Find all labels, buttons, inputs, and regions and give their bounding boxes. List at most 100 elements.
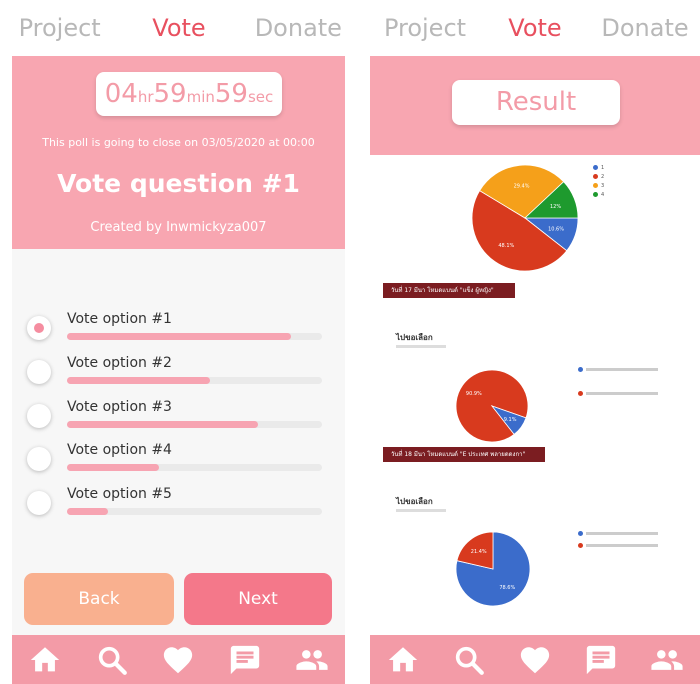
pie-slice-label: 12%	[550, 204, 561, 210]
legend-label: 2	[601, 174, 605, 180]
search-icon[interactable]	[452, 643, 486, 677]
legend-item-3-1	[578, 531, 658, 537]
pie-slice-label: 21.4%	[471, 549, 487, 555]
legend-swatch	[578, 543, 583, 548]
result-section-subtitle-2	[396, 345, 446, 348]
vote-option-label: Vote option #3	[67, 399, 172, 415]
timer-hours: 04	[104, 79, 138, 109]
bottom-nav	[370, 635, 700, 684]
top-tabs: Project Vote Donate	[370, 0, 700, 56]
legend-swatch	[578, 391, 583, 396]
result-section-title-3: ไปขอเลือก	[396, 497, 433, 506]
vote-option-bar-fill	[67, 464, 159, 471]
result-screen: Project Vote Donate Result 10.6% 48.1% 29.…	[358, 0, 700, 684]
vote-option-radio[interactable]	[27, 360, 51, 384]
result-banner-1: วันที่ 17 มีนา โหมดแบนด์ "แข็ง ผู้หญิง"	[383, 283, 515, 298]
vote-question-title: Vote question #1	[57, 169, 300, 198]
legend-item-3: 3	[593, 183, 604, 189]
result-banner-2: วันที่ 18 มีนา โหมดแบนด์ "E ประเทศ พลายด…	[383, 447, 545, 462]
vote-option-radio[interactable]	[27, 404, 51, 428]
vote-option-bar-fill	[67, 333, 292, 340]
vote-option-label: Vote option #4	[67, 442, 172, 458]
pie-slice-label: 10.6%	[548, 227, 564, 233]
chat-icon[interactable]	[584, 643, 618, 677]
vote-option-bar-fill	[67, 508, 108, 515]
legend-label: 3	[601, 183, 605, 189]
legend-text-line	[586, 392, 658, 395]
legend-swatch	[593, 192, 598, 197]
heart-icon[interactable]	[518, 643, 552, 677]
timer-hr-unit: hr	[137, 88, 154, 106]
legend-item-2: 2	[593, 174, 604, 180]
tab-vote[interactable]: Vote	[480, 14, 590, 42]
tab-project[interactable]: Project	[0, 14, 119, 42]
vote-option-radio[interactable]	[27, 491, 51, 515]
vote-option-label: Vote option #1	[67, 311, 172, 327]
vote-option-label: Vote option #5	[67, 486, 172, 502]
legend-swatch	[593, 174, 598, 179]
vote-option-label: Vote option #2	[67, 355, 172, 371]
vote-option-bar-fill	[67, 421, 259, 428]
result-header: Result	[370, 56, 700, 155]
result-pie-chart-2: 90.9% 9.1%	[455, 369, 529, 443]
result-charts: 10.6% 48.1% 29.4% 12% 1 2 3 4 วันที่ 17 มีน…	[370, 155, 700, 635]
vote-option-bar-fill	[67, 377, 210, 384]
countdown-timer: 04hr59min59sec	[96, 72, 282, 116]
vote-option-bar	[67, 464, 322, 471]
vote-option-radio[interactable]	[27, 316, 51, 340]
legend-item-2-2	[578, 391, 668, 421]
legend-text-line	[586, 368, 658, 371]
timer-minutes: 59	[153, 79, 187, 109]
result-section-title-2: ไปขอเลือก	[396, 333, 433, 342]
vote-option-radio[interactable]	[27, 447, 51, 471]
legend-label: 1	[601, 165, 605, 171]
vote-header: 04hr59min59sec This poll is going to clo…	[12, 56, 345, 249]
result-button[interactable]: Result	[452, 80, 620, 125]
vote-option-3[interactable]: Vote option #3	[27, 399, 327, 439]
vote-option-2[interactable]: Vote option #2	[27, 355, 327, 395]
vote-option-bar	[67, 508, 322, 515]
legend-swatch	[593, 183, 598, 188]
next-button[interactable]: Next	[184, 573, 332, 625]
home-icon[interactable]	[386, 643, 420, 677]
legend-item-4: 4	[593, 192, 604, 198]
tab-project[interactable]: Project	[370, 14, 480, 42]
home-icon[interactable]	[28, 643, 62, 677]
pie-slice-label: 78.6%	[499, 585, 515, 591]
legend-swatch	[578, 531, 583, 536]
pie-slice-label: 90.9%	[466, 391, 482, 397]
people-icon[interactable]	[650, 643, 684, 677]
vote-option-5[interactable]: Vote option #5	[27, 486, 327, 526]
bottom-nav	[12, 635, 345, 684]
tab-donate[interactable]: Donate	[590, 14, 700, 42]
legend-swatch	[578, 367, 583, 372]
poll-creator: Created by Inwmickyza007	[90, 220, 267, 235]
poll-closing-text: This poll is going to close on 03/05/202…	[42, 136, 315, 149]
tab-vote[interactable]: Vote	[119, 14, 238, 42]
legend-swatch	[593, 165, 598, 170]
vote-option-bar	[67, 333, 322, 340]
result-pie-chart-3: 78.6% 21.4%	[455, 531, 531, 607]
result-section-subtitle-3	[396, 509, 446, 512]
pie-slice-label: 9.1%	[504, 417, 517, 423]
vote-option-1[interactable]: Vote option #1	[27, 311, 327, 351]
result-pie-chart-1: 10.6% 48.1% 29.4% 12%	[471, 164, 579, 272]
vote-option-bar	[67, 421, 322, 428]
timer-sec-unit: sec	[247, 88, 274, 106]
top-tabs: Project Vote Donate	[0, 0, 358, 56]
pie-slice-label: 29.4%	[514, 183, 530, 189]
timer-seconds: 59	[214, 79, 248, 109]
legend-item-3-2	[578, 543, 658, 549]
pie-slice-label: 48.1%	[498, 243, 514, 249]
tab-donate[interactable]: Donate	[239, 14, 358, 42]
chat-icon[interactable]	[228, 643, 262, 677]
vote-screen: Project Vote Donate 04hr59min59sec This …	[0, 0, 358, 684]
vote-option-4[interactable]: Vote option #4	[27, 442, 327, 482]
people-icon[interactable]	[295, 643, 329, 677]
search-icon[interactable]	[95, 643, 129, 677]
back-button[interactable]: Back	[24, 573, 174, 625]
legend-item-1: 1	[593, 165, 604, 171]
legend-text-line	[586, 544, 658, 547]
heart-icon[interactable]	[161, 643, 195, 677]
legend-label: 4	[601, 192, 605, 198]
